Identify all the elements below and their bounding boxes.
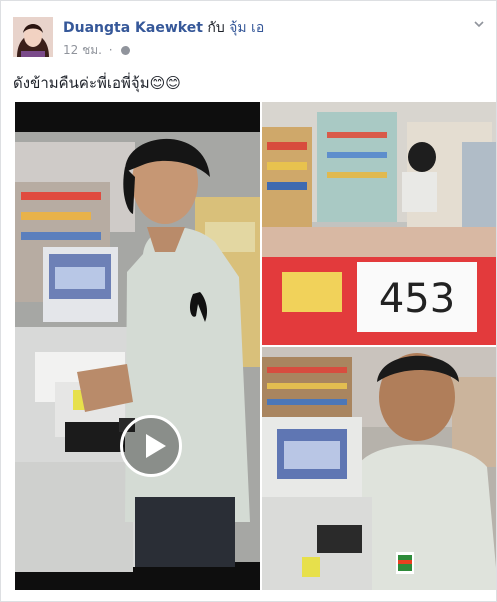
chevron-down-icon[interactable] [474, 19, 484, 29]
video-thumbnail-image [15, 102, 260, 590]
video-thumbnail[interactable] [15, 102, 260, 590]
play-icon[interactable] [120, 415, 182, 477]
post-header: Duangta Kaewket กับ จุ้ม เอ [63, 17, 264, 39]
post-meta: 12 ชม. · [63, 41, 131, 60]
tagged-user-link[interactable]: จุ้ม เอ [229, 20, 264, 36]
photo-1-image: 453 [262, 102, 496, 345]
photo-thumbnail-1[interactable]: 453 [262, 102, 496, 345]
svg-text:453: 453 [379, 276, 455, 322]
with-text: กับ [207, 20, 225, 36]
post-timestamp-link[interactable]: 12 ชม. [63, 43, 102, 57]
post-caption: ดังข้ามคืนค่ะพี่เอพี่จุ้ม😊😊 [13, 74, 181, 92]
globe-icon[interactable] [121, 46, 131, 55]
author-name-link[interactable]: Duangta Kaewket [63, 20, 203, 36]
meta-separator: · [108, 43, 113, 57]
author-avatar[interactable] [13, 17, 53, 57]
photo-2-image [262, 347, 496, 590]
photo-thumbnail-2[interactable] [262, 347, 496, 590]
feed-post-card: Duangta Kaewket กับ จุ้ม เอ 12 ชม. · ดัง… [0, 0, 497, 602]
